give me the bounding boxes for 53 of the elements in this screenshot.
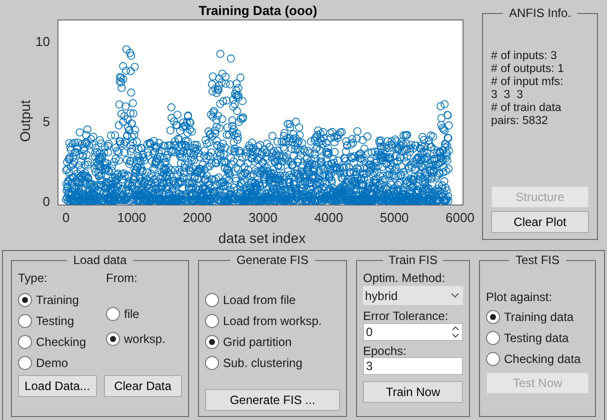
x-tick-label: 3000 (248, 210, 278, 225)
push-button[interactable]: Clear Plot (491, 211, 589, 233)
from-label: From: (106, 270, 138, 287)
y-axis-label: Output (17, 100, 33, 142)
radio-option[interactable]: Training (18, 289, 106, 310)
method-label: Optim. Method: (363, 270, 446, 286)
info-text: pairs: 5832 (491, 115, 549, 128)
x-tick-label: 6000 (446, 210, 474, 225)
info-text: 3 3 3 (491, 89, 524, 102)
tolerance-spin-field[interactable]: 0 (363, 323, 463, 341)
y-tick-label: 0 (42, 194, 50, 209)
x-tick-label: 1000 (117, 210, 146, 225)
radio-option[interactable]: Load from file (205, 289, 340, 310)
radio-option[interactable]: Testing (18, 310, 106, 331)
radio-option[interactable]: Load from worksp. (205, 310, 340, 331)
info-text: # of train data (491, 102, 562, 115)
radio-option[interactable]: Sub. clustering (205, 352, 340, 373)
radio-option[interactable]: Grid partition (205, 331, 340, 352)
radio-option[interactable]: Testing data (486, 327, 589, 348)
radio-option[interactable]: Checking (18, 331, 106, 352)
push-button[interactable]: Generate FIS ... (205, 389, 340, 411)
info-text: # of outputs: 1 (491, 63, 565, 76)
method-dropdown[interactable]: hybrid (363, 286, 463, 305)
radio-option[interactable]: Demo (18, 352, 106, 373)
y-tick-label: 10 (36, 34, 50, 49)
y-tick-label: 5 (42, 114, 50, 129)
spin-arrows-icon (452, 326, 459, 338)
radio-option[interactable]: worksp. (106, 328, 166, 349)
push-button[interactable]: Train Now (363, 381, 463, 403)
push-button[interactable]: Clear Data (104, 375, 182, 397)
panel-title: Test FIS (514, 252, 560, 269)
panel-title: Generate FIS (235, 252, 310, 269)
type-label: Type: (18, 270, 48, 287)
epochs-field[interactable]: 3 (363, 357, 463, 375)
radio-option[interactable]: Training data (486, 306, 589, 327)
x-tick-label: 0 (62, 210, 70, 225)
x-tick-label: 4000 (314, 210, 344, 225)
epochs-label: Epochs: (363, 343, 408, 357)
panel-title: Train FIS (388, 252, 438, 269)
panel-title: ANFIS Info. (508, 5, 572, 22)
plot-against-label: Plot against: (486, 289, 554, 306)
radio-option[interactable]: Checking data (486, 348, 589, 369)
x-tick-label: 2000 (182, 210, 212, 225)
panel-title: Load data (72, 252, 128, 269)
plot-title: Training Data (ooo) (198, 3, 318, 18)
radio-option[interactable]: file (106, 303, 166, 324)
x-axis-label: data set index (218, 230, 306, 246)
x-tick-label: 5000 (380, 210, 409, 225)
info-text: # of input mfs: (491, 76, 564, 89)
info-text: # of inputs: 3 (491, 50, 558, 63)
tolerance-label: Error Tolerance: (363, 308, 450, 323)
chevron-down-icon (451, 293, 459, 298)
push-button[interactable]: Load Data... (18, 375, 96, 397)
